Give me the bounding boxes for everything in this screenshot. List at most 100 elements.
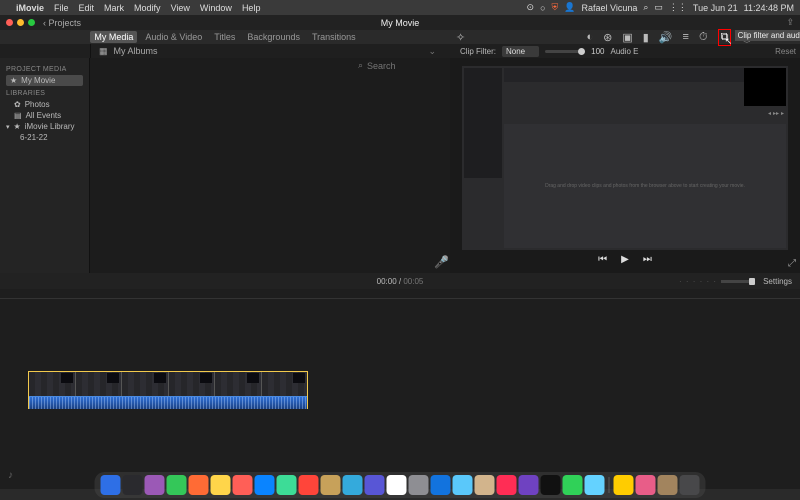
- volume-icon[interactable]: 🔊: [659, 31, 673, 44]
- events-icon: ▤: [14, 111, 22, 120]
- settings-button[interactable]: Settings: [763, 277, 792, 286]
- speed-icon[interactable]: ⏱: [699, 31, 708, 44]
- enhance-icon[interactable]: ✧: [456, 31, 465, 44]
- dock-app[interactable]: [658, 475, 678, 495]
- tab-titles[interactable]: Titles: [210, 31, 239, 43]
- menu-app[interactable]: iMovie: [16, 3, 44, 13]
- status-icon-2[interactable]: ○: [540, 3, 545, 13]
- dock-app[interactable]: [431, 475, 451, 495]
- status-shield-icon[interactable]: ⛨: [552, 2, 559, 13]
- chevron-down-icon: ⌄: [428, 46, 436, 57]
- dock-app[interactable]: [409, 475, 429, 495]
- dock-app[interactable]: [519, 475, 539, 495]
- dock-app[interactable]: [123, 475, 143, 495]
- timeline-time: 00:00 / 00:05: [377, 277, 424, 286]
- dock-app[interactable]: [585, 475, 605, 495]
- tab-audio-video[interactable]: Audio & Video: [141, 31, 206, 43]
- dock-app[interactable]: [614, 475, 634, 495]
- sidebar-label: iMovie Library: [25, 122, 75, 131]
- transport-controls: ⏮ ▶ ⏭: [454, 250, 796, 269]
- minimize-button[interactable]: [17, 19, 24, 26]
- timeline-ruler[interactable]: [0, 289, 800, 299]
- dock-app[interactable]: [167, 475, 187, 495]
- sidebar-item-event[interactable]: 6-21-22: [6, 132, 83, 143]
- sidebar-header-libraries: LIBRARIES: [6, 90, 83, 97]
- tab-transitions[interactable]: Transitions: [308, 31, 360, 43]
- dock-app[interactable]: [636, 475, 656, 495]
- close-button[interactable]: [6, 19, 13, 26]
- dock-app[interactable]: [343, 475, 363, 495]
- sidebar-item-all-events[interactable]: ▤ All Events: [6, 110, 83, 121]
- preview-viewer[interactable]: ◂▸▸▸ Drag and drop video clips and photo…: [462, 66, 788, 250]
- menu-file[interactable]: File: [54, 3, 69, 13]
- clip-filter-select[interactable]: None: [502, 46, 539, 57]
- albums-label: My Albums: [114, 46, 158, 56]
- dock-app[interactable]: [299, 475, 319, 495]
- sidebar-item-library[interactable]: ▾ ★ iMovie Library: [6, 121, 83, 132]
- status-wifi-icon[interactable]: ⋮⋮: [669, 2, 687, 13]
- dock-app[interactable]: [365, 475, 385, 495]
- search-input[interactable]: [367, 61, 427, 71]
- crop-icon[interactable]: ▣: [622, 31, 632, 44]
- prev-icon[interactable]: ⏮: [598, 254, 607, 265]
- dock-app[interactable]: [387, 475, 407, 495]
- zoom-slider[interactable]: [721, 280, 755, 283]
- menu-edit[interactable]: Edit: [79, 3, 95, 13]
- music-track-icon[interactable]: ♪: [8, 470, 13, 481]
- status-battery-icon[interactable]: ▭: [654, 2, 663, 13]
- star-icon: ★: [10, 76, 17, 85]
- tab-backgrounds[interactable]: Backgrounds: [243, 31, 304, 43]
- color-correction-icon[interactable]: ⊛: [603, 31, 612, 44]
- next-icon[interactable]: ⏭: [643, 254, 652, 265]
- clip-filter-button[interactable]: ⧉ ↖ Clip filter and audio effects: [718, 29, 732, 46]
- star-icon: ★: [14, 122, 21, 131]
- status-search-icon[interactable]: ⌕: [643, 2, 648, 13]
- dock-app[interactable]: [233, 475, 253, 495]
- projects-back-button[interactable]: ‹ Projects: [43, 18, 81, 28]
- fullscreen-icon[interactable]: ⤢: [788, 258, 796, 269]
- status-icon-1[interactable]: ⊙: [527, 2, 535, 13]
- filter-amount-value: 100: [591, 47, 604, 56]
- sidebar-label: All Events: [26, 111, 62, 120]
- zoom-button[interactable]: [28, 19, 35, 26]
- tab-my-media[interactable]: My Media: [90, 31, 137, 43]
- dock-app[interactable]: [101, 475, 121, 495]
- menu-window[interactable]: Window: [200, 3, 232, 13]
- status-user[interactable]: Rafael Vicuna: [581, 3, 637, 13]
- share-icon[interactable]: ⇪: [786, 17, 794, 28]
- play-icon[interactable]: ▶: [621, 254, 629, 265]
- noise-eq-icon[interactable]: ≡: [683, 31, 689, 43]
- stabilization-icon[interactable]: ▮: [643, 31, 649, 44]
- sidebar-item-photos[interactable]: ✿ Photos: [6, 99, 83, 110]
- reset-button[interactable]: Reset: [775, 47, 796, 56]
- timeline[interactable]: ♪: [0, 289, 800, 489]
- dock-app[interactable]: [321, 475, 341, 495]
- sidebar-label: 6-21-22: [20, 133, 48, 142]
- status-time: 11:24:48 PM: [744, 3, 794, 13]
- dock-app[interactable]: [563, 475, 583, 495]
- status-user-icon[interactable]: 👤: [564, 2, 575, 13]
- dock-app[interactable]: [541, 475, 561, 495]
- dock-app[interactable]: [497, 475, 517, 495]
- dock-app[interactable]: [189, 475, 209, 495]
- filter-amount-slider[interactable]: [545, 50, 585, 53]
- menu-modify[interactable]: Modify: [134, 3, 161, 13]
- chevron-down-icon: ▾: [6, 123, 10, 131]
- timeline-clip[interactable]: [28, 371, 308, 409]
- menu-view[interactable]: View: [171, 3, 190, 13]
- menu-help[interactable]: Help: [242, 3, 261, 13]
- dock-app[interactable]: [453, 475, 473, 495]
- dock-app[interactable]: [475, 475, 495, 495]
- voiceover-icon[interactable]: 🎤: [434, 255, 449, 269]
- timeline-header: 00:00 / 00:05 · · · · · · Settings: [0, 273, 800, 289]
- color-balance-icon[interactable]: ◐: [587, 31, 594, 43]
- dock-app[interactable]: [255, 475, 275, 495]
- dock-app[interactable]: [680, 475, 700, 495]
- dock-app[interactable]: [211, 475, 231, 495]
- albums-dropdown[interactable]: ▦ My Albums ⌄: [90, 44, 444, 58]
- dock-app[interactable]: [145, 475, 165, 495]
- sidebar-project-item[interactable]: ★ My Movie: [6, 75, 83, 86]
- dock-app[interactable]: [277, 475, 297, 495]
- clip-audio-waveform[interactable]: [29, 396, 307, 409]
- menu-mark[interactable]: Mark: [104, 3, 124, 13]
